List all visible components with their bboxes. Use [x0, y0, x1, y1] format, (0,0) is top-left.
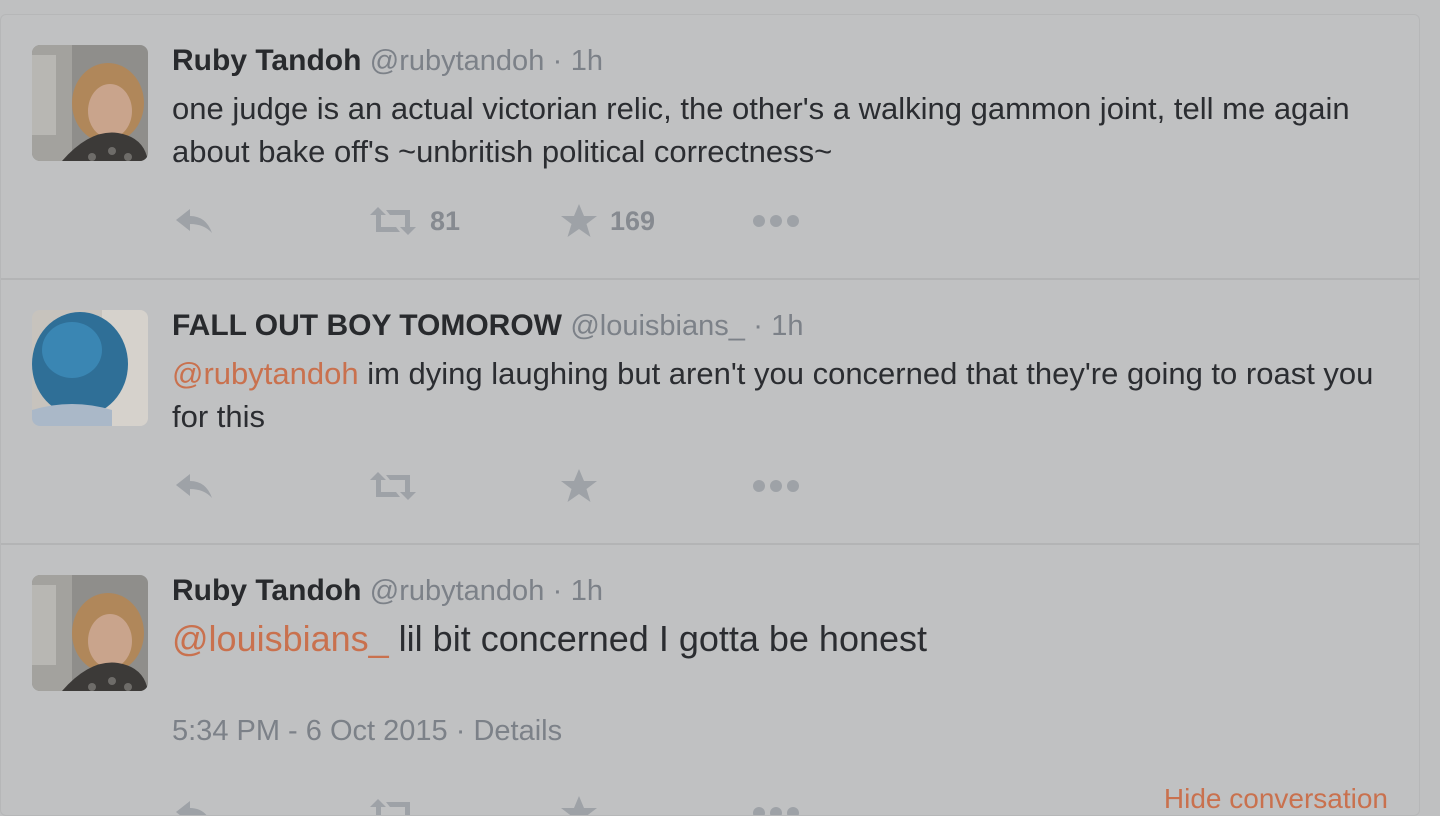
- tweet-actions: 81 169: [172, 201, 872, 241]
- tweet-text-content: lil bit concerned I gotta be honest: [388, 618, 928, 659]
- more-dots-icon: [753, 215, 799, 227]
- avatar[interactable]: [32, 45, 148, 161]
- tweet-header: FALL OUT BOY TOMOROW @louisbians_ · 1h: [172, 308, 804, 344]
- tweet-time[interactable]: 1h: [571, 575, 603, 607]
- retweet-count[interactable]: 81: [430, 206, 460, 237]
- reply-icon: [176, 474, 212, 498]
- details-link[interactable]: Details: [473, 715, 562, 747]
- separator: ·: [455, 715, 466, 747]
- retweet-button[interactable]: [368, 466, 418, 506]
- favorite-button[interactable]: 169: [560, 201, 655, 241]
- tweet-timestamp[interactable]: 5:34 PM - 6 Oct 2015: [172, 715, 448, 747]
- avatar-photo-curly-hair-icon: [32, 575, 148, 691]
- author-handle[interactable]: @rubytandoh: [370, 45, 545, 77]
- tweet-time[interactable]: 1h: [771, 310, 803, 342]
- reply-icon: [176, 801, 207, 815]
- more-dots-icon: [753, 480, 799, 492]
- favorite-button[interactable]: [560, 793, 598, 815]
- star-icon: [561, 469, 597, 502]
- reply-button[interactable]: [172, 201, 216, 241]
- author-handle[interactable]: @rubytandoh: [370, 575, 545, 607]
- author-name[interactable]: FALL OUT BOY TOMOROW: [172, 309, 562, 342]
- more-button[interactable]: [752, 793, 800, 815]
- retweet-button[interactable]: [368, 793, 418, 815]
- reply-icon: [176, 209, 212, 233]
- hide-conversation-link[interactable]: Hide conversation: [1164, 783, 1388, 815]
- tweet-actions: [172, 793, 872, 815]
- tweet[interactable]: FALL OUT BOY TOMOROW @louisbians_ · 1h @…: [1, 280, 1419, 545]
- avatar[interactable]: [32, 310, 148, 426]
- tweet-time[interactable]: 1h: [571, 45, 603, 77]
- tweet-text: one judge is an actual victorian relic, …: [172, 91, 1350, 169]
- tweet[interactable]: Ruby Tandoh @rubytandoh · 1h one judge i…: [1, 15, 1419, 280]
- author-name[interactable]: Ruby Tandoh: [172, 44, 361, 77]
- more-dots-icon: [753, 807, 799, 815]
- retweet-button[interactable]: 81: [368, 201, 460, 241]
- conversation-stream: Ruby Tandoh @rubytandoh · 1h one judge i…: [0, 14, 1420, 816]
- retweet-icon: [370, 799, 410, 815]
- tweet-header: Ruby Tandoh @rubytandoh · 1h: [172, 573, 603, 609]
- separator: ·: [552, 575, 563, 607]
- favorite-count[interactable]: 169: [610, 206, 655, 237]
- tweet-header: Ruby Tandoh @rubytandoh · 1h: [172, 43, 603, 79]
- tweet-expanded[interactable]: Ruby Tandoh @rubytandoh · 1h @louisbians…: [1, 545, 1419, 815]
- tweet-text: @louisbians_ lil bit concerned I gotta b…: [172, 615, 1402, 663]
- separator: ·: [552, 45, 563, 77]
- mention-link[interactable]: @rubytandoh: [172, 356, 359, 391]
- avatar[interactable]: [32, 575, 148, 691]
- avatar-photo-curly-hair-icon: [32, 45, 148, 161]
- tweet-actions: [172, 466, 872, 506]
- favorite-button[interactable]: [560, 466, 598, 506]
- reply-button[interactable]: [172, 466, 216, 506]
- separator: ·: [753, 310, 763, 342]
- retweet-icon: [370, 207, 416, 235]
- retweet-icon: [370, 472, 416, 500]
- star-icon: [561, 204, 597, 237]
- more-button[interactable]: [752, 201, 800, 241]
- tweet-text: @rubytandoh im dying laughing but aren't…: [172, 352, 1402, 438]
- author-name[interactable]: Ruby Tandoh: [172, 574, 361, 607]
- reply-button[interactable]: [172, 793, 216, 815]
- avatar-photo-blue-hair-icon: [32, 310, 148, 426]
- mention-link[interactable]: @louisbians_: [172, 618, 389, 659]
- more-button[interactable]: [752, 466, 800, 506]
- tweet-metadata: 5:34 PM - 6 Oct 2015 · Details: [172, 715, 562, 748]
- author-handle[interactable]: @louisbians_: [570, 310, 745, 342]
